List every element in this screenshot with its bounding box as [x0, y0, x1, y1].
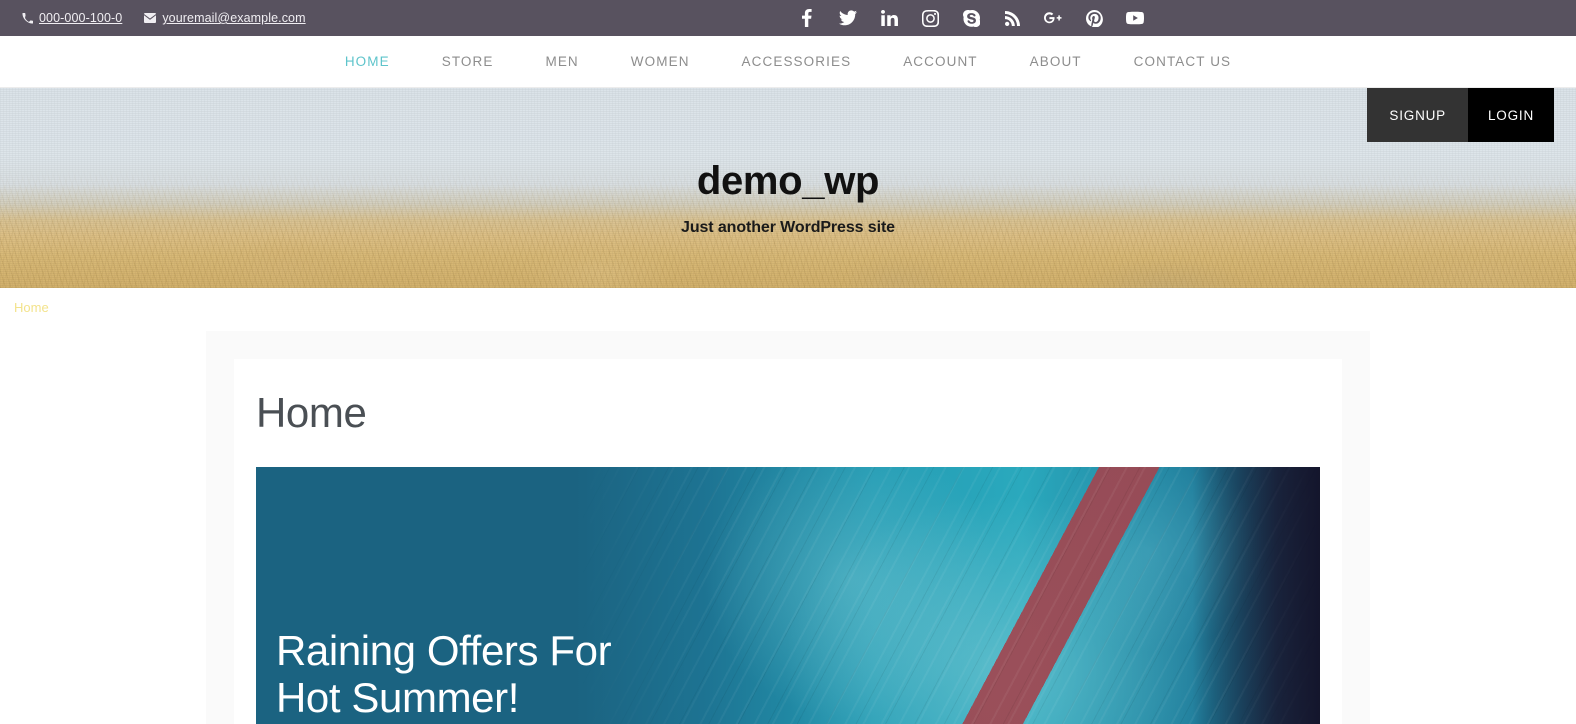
nav-item-home[interactable]: HOME — [319, 54, 416, 69]
main-navigation: HOME STORE MEN WOMEN ACCESSORIES ACCOUNT… — [0, 36, 1576, 88]
nav-link-about[interactable]: ABOUT — [1004, 54, 1108, 69]
skype-icon[interactable] — [962, 9, 980, 27]
youtube-icon[interactable] — [1126, 9, 1144, 27]
instagram-icon[interactable] — [921, 9, 939, 27]
content-outer-container: Home Raining Offers For Hot Summer! — [206, 331, 1370, 724]
nav-item-accessories[interactable]: ACCESSORIES — [716, 54, 878, 69]
nav-item-account[interactable]: ACCOUNT — [877, 54, 1003, 69]
linkedin-icon[interactable] — [880, 9, 898, 27]
google-plus-icon[interactable] — [1044, 9, 1062, 27]
site-header-banner: SIGNUP LOGIN demo_wp Just another WordPr… — [0, 88, 1576, 288]
nav-link-women[interactable]: WOMEN — [605, 54, 716, 69]
email-link[interactable]: youremail@example.com — [144, 11, 306, 25]
breadcrumb-item-home[interactable]: Home — [14, 300, 49, 315]
nav-link-store[interactable]: STORE — [416, 54, 520, 69]
facebook-icon[interactable] — [798, 9, 816, 27]
envelope-icon — [144, 12, 157, 24]
auth-button-group: SIGNUP LOGIN — [1367, 88, 1554, 142]
nav-item-store[interactable]: STORE — [416, 54, 520, 69]
social-links — [798, 0, 1144, 36]
nav-item-contact-us[interactable]: CONTACT US — [1108, 54, 1258, 69]
nav-list: HOME STORE MEN WOMEN ACCESSORIES ACCOUNT… — [319, 54, 1257, 69]
top-bar: 000-000-100-0 youremail@example.com — [0, 0, 1576, 36]
breadcrumb: Home — [0, 288, 1576, 326]
nav-link-home[interactable]: HOME — [319, 54, 416, 69]
hero-caption: Raining Offers For Hot Summer! — [276, 626, 612, 724]
rss-icon[interactable] — [1003, 9, 1021, 27]
nav-link-account[interactable]: ACCOUNT — [877, 54, 1003, 69]
pinterest-icon[interactable] — [1085, 9, 1103, 27]
email-address: youremail@example.com — [162, 11, 306, 25]
hero-slider[interactable]: Raining Offers For Hot Summer! — [256, 467, 1320, 724]
nav-item-men[interactable]: MEN — [519, 54, 604, 69]
login-button[interactable]: LOGIN — [1467, 88, 1554, 142]
signup-button[interactable]: SIGNUP — [1367, 88, 1468, 142]
content-card: Home Raining Offers For Hot Summer! — [234, 359, 1342, 724]
twitter-icon[interactable] — [839, 9, 857, 27]
nav-item-about[interactable]: ABOUT — [1004, 54, 1108, 69]
phone-link[interactable]: 000-000-100-0 — [22, 11, 122, 25]
phone-number: 000-000-100-0 — [39, 11, 123, 25]
hero-heading: Raining Offers For Hot Summer! — [276, 626, 612, 722]
page-title: Home — [256, 389, 367, 436]
page-wrapper: Home Raining Offers For Hot Summer! — [0, 326, 1576, 724]
top-bar-contact-group: 000-000-100-0 youremail@example.com — [0, 11, 306, 25]
site-title: demo_wp — [696, 159, 880, 203]
site-tagline: Just another WordPress site — [681, 219, 895, 236]
nav-link-accessories[interactable]: ACCESSORIES — [716, 54, 878, 69]
header-title-group: demo_wp Just another WordPress site — [0, 88, 1576, 288]
nav-item-women[interactable]: WOMEN — [605, 54, 716, 69]
nav-link-contact-us[interactable]: CONTACT US — [1108, 54, 1258, 69]
phone-icon — [22, 12, 33, 24]
nav-link-men[interactable]: MEN — [519, 54, 604, 69]
